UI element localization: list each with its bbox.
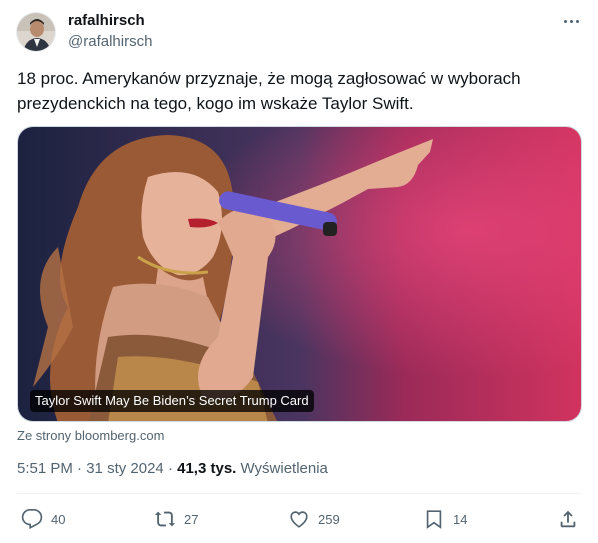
reply-icon (21, 509, 43, 530)
bookmark-count: 14 (453, 511, 468, 527)
tweet: rafalhirsch @rafalhirsch 18 proc. Ameryk… (0, 0, 598, 543)
more-horizontal-icon-dot (575, 19, 579, 23)
card-image (18, 127, 581, 421)
like-count: 259 (318, 511, 340, 527)
reply-button[interactable]: 40 (21, 508, 65, 530)
divider (17, 493, 581, 494)
tweet-date[interactable]: 31 sty 2024 (86, 460, 164, 477)
bookmark-icon (426, 510, 442, 529)
meta-separator: · (163, 460, 178, 477)
more-options-button[interactable] (556, 10, 586, 32)
retweet-button[interactable]: 27 (154, 508, 198, 530)
share-icon (560, 510, 576, 528)
action-bar: 40 27 259 14 (0, 500, 598, 540)
tweet-time[interactable]: 5:51 PM (17, 460, 73, 477)
tweet-meta: 5:51 PM · 31 sty 2024 · 41,3 tys. Wyświe… (17, 460, 328, 477)
author-handle[interactable]: @rafalhirsch (68, 33, 152, 50)
author-name[interactable]: rafalhirsch (68, 12, 145, 29)
avatar-image (17, 13, 55, 51)
like-button[interactable]: 259 (288, 508, 340, 530)
retweet-count: 27 (184, 511, 199, 527)
card-caption: Taylor Swift May Be Biden’s Secret Trump… (30, 390, 314, 412)
tweet-text: 18 proc. Amerykanów przyznaje, że mogą z… (17, 69, 521, 113)
heart-icon (290, 511, 308, 528)
bookmark-button[interactable]: 14 (423, 508, 467, 530)
more-horizontal-icon (563, 19, 567, 23)
reply-count: 40 (51, 511, 66, 527)
retweet-icon (154, 511, 176, 527)
more-horizontal-icon-dot (569, 19, 573, 23)
views-label: Wyświetlenia (236, 460, 328, 477)
card-source[interactable]: Ze strony bloomberg.com (17, 428, 164, 443)
share-button[interactable] (557, 508, 579, 530)
avatar[interactable] (16, 12, 56, 52)
meta-separator: · (72, 460, 87, 477)
views-count: 41,3 tys. (177, 460, 237, 477)
link-card[interactable]: Taylor Swift May Be Biden’s Secret Trump… (17, 126, 582, 422)
